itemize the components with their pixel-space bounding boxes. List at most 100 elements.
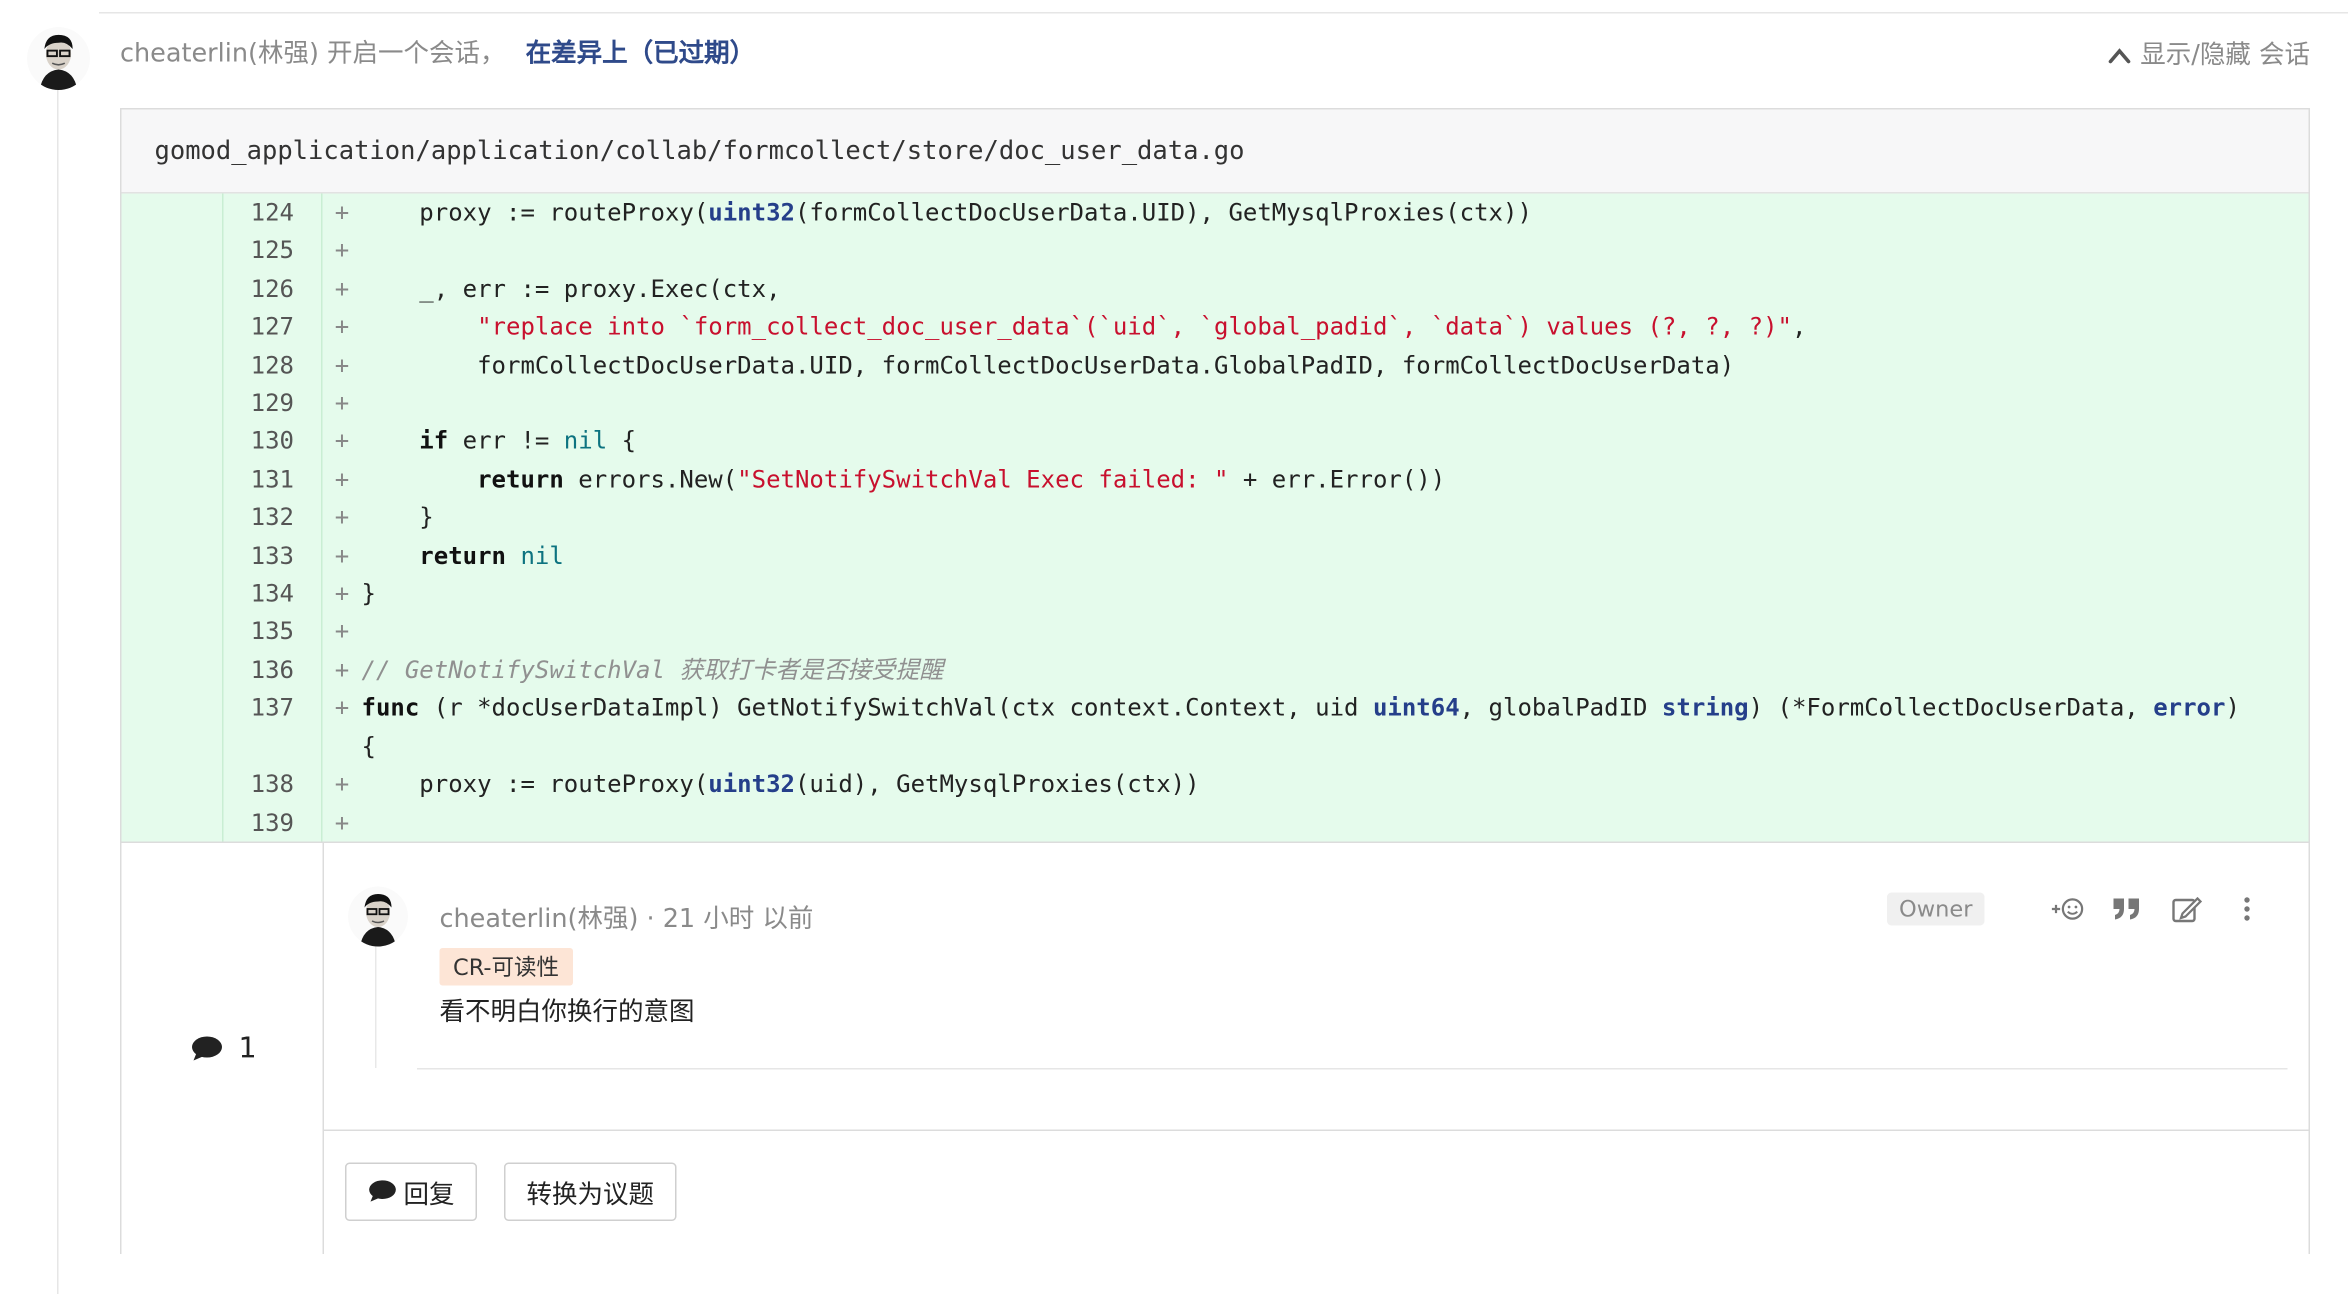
edit-icon[interactable]: [2171, 892, 2204, 925]
old-line-number: [122, 422, 224, 461]
author-name[interactable]: cheaterlin(林强): [120, 39, 319, 69]
quote-icon[interactable]: [2111, 892, 2144, 925]
code-content: _, err := proxy.Exec(ctx,: [361, 274, 781, 303]
code-line: 127 + "replace into `form_collect_doc_us…: [122, 307, 2309, 346]
code-content: [362, 232, 2309, 270]
code-line: 130 + if err != nil {: [122, 422, 2309, 461]
code-content: return nil: [419, 540, 564, 570]
line-number[interactable]: 137: [224, 688, 323, 766]
reply-label: 回复: [403, 1180, 455, 1211]
code-line: 137 + func (r *docUserDataImpl) GetNotif…: [122, 688, 2309, 766]
added-sign: +: [334, 579, 350, 608]
old-line-number: [122, 498, 224, 537]
add-emoji-icon[interactable]: [2051, 892, 2084, 925]
added-sign: +: [334, 426, 350, 456]
line-number[interactable]: 129: [224, 384, 323, 423]
added-sign: +: [334, 198, 350, 227]
code-line: 135 +: [122, 612, 2309, 651]
code-comment: // GetNotifySwitchVal 获取打卡者是否接受提醒: [361, 655, 944, 684]
code-content: formCollectDocUserData.UID, formCollectD…: [361, 350, 1735, 379]
old-line-number: [122, 574, 224, 613]
diff-code: 124 + proxy := routeProxy(uint32(formCol…: [121, 193, 2309, 842]
code-content: [362, 613, 2309, 651]
divider: [417, 1067, 2288, 1070]
code-content: proxy := routeProxy(uint32(formCollectDo…: [361, 198, 1532, 227]
line-number[interactable]: 126: [224, 269, 323, 308]
avatar[interactable]: [348, 886, 408, 947]
code-line: 126 + _, err := proxy.Exec(ctx,: [122, 269, 2309, 308]
code-line: 136 + // GetNotifySwitchVal 获取打卡者是否接受提醒: [122, 650, 2309, 689]
old-line-number: [122, 650, 224, 689]
added-sign: +: [334, 617, 350, 646]
line-number[interactable]: 136: [224, 650, 323, 689]
line-number[interactable]: 127: [224, 307, 323, 346]
file-header: gomod_application/application/collab/for…: [121, 109, 2309, 194]
added-sign: +: [334, 769, 350, 799]
toggle-label: 显示/隐藏 会话: [2140, 40, 2310, 71]
old-line-number: [122, 384, 224, 423]
line-number[interactable]: 125: [224, 231, 323, 270]
line-number[interactable]: 134: [224, 574, 323, 613]
old-line-number: [122, 612, 224, 651]
diff-link[interactable]: 在差异上（已过期）: [526, 39, 756, 69]
code-content: "replace into `form_collect_doc_user_dat…: [477, 312, 1807, 341]
code-content: func (r *docUserDataImpl) GetNotifySwitc…: [361, 693, 2255, 761]
note-author[interactable]: cheaterlin(林强) · 21 小时 以前: [440, 897, 814, 934]
note-actions: Owner: [1887, 892, 2264, 926]
code-content: [362, 803, 2309, 841]
comment-icon: [369, 1180, 396, 1203]
old-line-number: [122, 536, 224, 575]
line-number[interactable]: 128: [224, 345, 323, 385]
code-content: proxy := routeProxy(uint32(uid), GetMysq…: [361, 769, 1200, 799]
old-line-number: [122, 231, 224, 270]
old-line-number: [122, 307, 224, 346]
added-sign: +: [334, 693, 350, 722]
line-number[interactable]: 132: [224, 498, 323, 537]
code-line: 133 + return nil: [122, 536, 2309, 575]
old-line-number: [122, 688, 224, 766]
added-sign: +: [334, 807, 350, 837]
convert-label: 转换为议题: [526, 1180, 655, 1211]
more-vertical-icon[interactable]: [2231, 892, 2264, 925]
reply-button[interactable]: 回复: [345, 1162, 477, 1221]
line-number[interactable]: 138: [224, 765, 323, 804]
old-line-number: [122, 803, 224, 842]
code-content: if err != nil {: [419, 426, 637, 456]
code-line: 129 +: [122, 384, 2309, 423]
code-content: return errors.New("SetNotifySwitchVal Ex…: [477, 464, 1446, 494]
line-number[interactable]: 130: [224, 422, 323, 461]
note-text: 看不明白你换行的意图: [439, 997, 695, 1028]
comment-count[interactable]: 1: [191, 1032, 257, 1065]
code-line: 132 + }: [122, 498, 2309, 537]
added-sign: +: [334, 236, 350, 265]
code-content: [362, 384, 2309, 422]
code-line: 128 + formCollectDocUserData.UID, formCo…: [122, 345, 2309, 385]
old-line-number: [122, 345, 224, 385]
line-number[interactable]: 124: [224, 193, 323, 232]
code-content: }: [361, 502, 434, 532]
divider: [99, 12, 2348, 14]
discussion-header: cheaterlin(林强) 开启一个会话， 在差异上（已过期）: [120, 36, 755, 72]
old-line-number: [122, 193, 224, 232]
diff-file: gomod_application/application/collab/for…: [120, 108, 2310, 1254]
convert-to-issue-button[interactable]: 转换为议题: [504, 1162, 677, 1221]
line-number[interactable]: 133: [224, 536, 323, 575]
line-number[interactable]: 131: [224, 460, 323, 499]
old-line-number: [122, 460, 224, 499]
file-path[interactable]: gomod_application/application/collab/for…: [155, 136, 1245, 166]
added-sign: +: [334, 312, 350, 341]
added-sign: +: [334, 540, 350, 570]
avatar[interactable]: [27, 27, 90, 90]
action-text: 开启一个会话，: [327, 39, 506, 69]
code-line: 134 + }: [122, 574, 2309, 613]
discussion-block: 1 cheaterlin(林强) · 21 小时 以前 Owner CR-可读性…: [121, 841, 2309, 1254]
line-number[interactable]: 135: [224, 612, 323, 651]
line-number[interactable]: 139: [224, 803, 323, 842]
old-line-number: [122, 269, 224, 308]
label-badge[interactable]: CR-可读性: [439, 947, 573, 986]
note: cheaterlin(林强) · 21 小时 以前 Owner CR-可读性 看…: [324, 843, 2309, 1131]
added-sign: +: [334, 464, 350, 494]
toggle-discussion-button[interactable]: 显示/隐藏 会话: [2107, 38, 2310, 74]
note-rail: [375, 944, 377, 1068]
discussion-gutter: 1: [121, 842, 324, 1254]
